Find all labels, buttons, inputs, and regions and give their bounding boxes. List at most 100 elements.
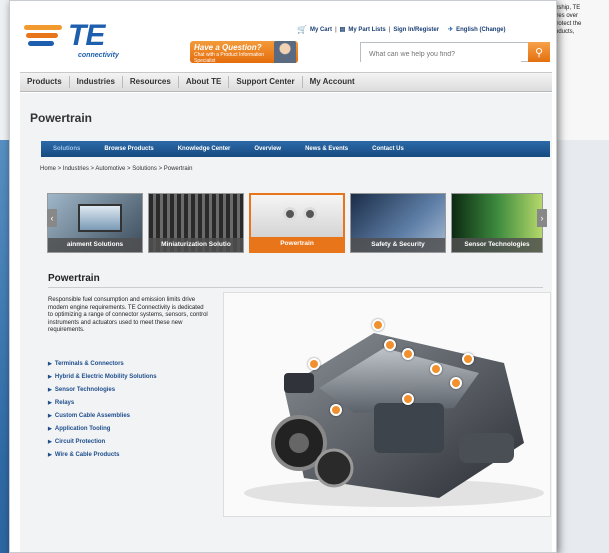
background-panel <box>549 140 609 553</box>
link-label: Hybrid & Electric Mobility Solutions <box>54 374 157 380</box>
link-label: Application Tooling <box>54 426 111 432</box>
nav-support-center[interactable]: Support Center <box>229 76 303 88</box>
breadcrumb[interactable]: Home > Industries > Automotive > Solutio… <box>40 166 192 172</box>
bg-text-line: roducts, <box>553 29 575 35</box>
sign-in-link[interactable]: Sign In/Register <box>393 27 439 33</box>
engine-diagram <box>223 292 551 517</box>
carousel-caption: Powertrain <box>251 237 343 251</box>
sub-navigation: Solutions Browse Products Knowledge Cent… <box>41 141 550 157</box>
hotspot-marker[interactable] <box>308 358 320 370</box>
nav-resources[interactable]: Resources <box>123 76 179 88</box>
arrow-icon: ▶ <box>48 374 52 380</box>
hotspot-marker[interactable] <box>402 393 414 405</box>
nav-industries[interactable]: Industries <box>70 76 123 88</box>
hotspot-marker[interactable] <box>384 339 396 351</box>
exhaust-image <box>303 207 317 221</box>
carousel-item-miniaturization[interactable]: Miniaturization Solutio <box>148 193 244 253</box>
search-icon: ⚲ <box>534 46 544 59</box>
search-input[interactable] <box>361 45 521 64</box>
bg-text-line: s. <box>553 36 606 44</box>
search-button[interactable]: ⚲ <box>528 42 550 62</box>
hotspot-marker[interactable] <box>450 377 462 389</box>
carousel-item-safety-security[interactable]: Safety & Security <box>350 193 446 253</box>
part-lists-link[interactable]: My Part Lists <box>348 27 385 33</box>
carousel-item-sensor-technologies[interactable]: Sensor Technologies <box>451 193 543 253</box>
separator: | <box>388 26 391 33</box>
link-label: Wire & Cable Products <box>54 452 120 458</box>
link-label: Circuit Protection <box>54 439 106 445</box>
link-circuit-protection[interactable]: ▶ Circuit Protection <box>48 438 208 451</box>
link-application-tooling[interactable]: ▶ Application Tooling <box>48 425 208 438</box>
link-label: Relays <box>54 400 75 406</box>
link-terminals-connectors[interactable]: ▶ Terminals & Connectors <box>48 360 208 373</box>
carousel-caption: Miniaturization Solutio <box>149 238 243 252</box>
logo-text: TE <box>68 19 105 52</box>
hotspot-marker[interactable] <box>430 363 442 375</box>
carousel-next-button[interactable]: › <box>537 209 547 227</box>
engine-image <box>244 333 544 507</box>
carousel-caption: Sensor Technologies <box>452 238 542 252</box>
utility-links: 🛒 My Cart | ▤ My Part Lists | Sign In/Re… <box>297 25 555 34</box>
link-custom-cable[interactable]: ▶ Custom Cable Assemblies <box>48 412 208 425</box>
arrow-icon: ▶ <box>48 439 52 445</box>
main-content: Powertrain Solutions Browse Products Kno… <box>20 93 552 552</box>
background-document: ership, TE ures over protect the roducts… <box>549 0 609 140</box>
tab-knowledge-center[interactable]: Knowledge Center <box>166 146 243 152</box>
solutions-carousel: ‹ ainment Solutions Miniaturization Solu… <box>47 193 547 253</box>
search-box: ⚲ <box>360 42 550 64</box>
page-title: Powertrain <box>30 111 93 125</box>
logo-stripes-icon <box>24 25 62 49</box>
carousel-caption: ainment Solutions <box>48 238 142 252</box>
globe-icon: ✈ <box>448 27 454 33</box>
hotspot-marker[interactable] <box>372 319 384 331</box>
solution-links: ▶ Terminals & Connectors ▶ Hybrid & Electr… <box>48 360 208 464</box>
arrow-icon: ▶ <box>48 400 52 406</box>
te-logo[interactable]: TE connectivity <box>24 17 134 63</box>
section-title: Powertrain <box>48 273 100 284</box>
arrow-icon: ▶ <box>48 361 52 367</box>
nav-about-te[interactable]: About TE <box>179 76 230 88</box>
hotspot-marker[interactable] <box>402 348 414 360</box>
arrow-icon: ▶ <box>48 426 52 432</box>
nav-my-account[interactable]: My Account <box>303 76 362 88</box>
list-icon: ▤ <box>339 27 346 33</box>
carousel-item-powertrain[interactable]: Powertrain <box>249 193 345 253</box>
tab-overview[interactable]: Overview <box>242 146 293 152</box>
link-wire-cable[interactable]: ▶ Wire & Cable Products <box>48 451 208 464</box>
screen-image <box>78 204 122 232</box>
tab-solutions[interactable]: Solutions <box>41 146 92 152</box>
cart-link[interactable]: My Cart <box>310 27 332 33</box>
specialist-avatar <box>274 41 296 63</box>
site-header: TE connectivity Have a Question? Chat wi… <box>10 1 556 69</box>
link-label: Sensor Technologies <box>54 387 116 393</box>
logo-subtext: connectivity <box>78 52 119 59</box>
carousel-caption: Safety & Security <box>351 238 445 252</box>
tab-contact-us[interactable]: Contact Us <box>360 146 416 152</box>
bg-text-line: ures over <box>553 13 579 19</box>
carousel-prev-button[interactable]: ‹ <box>47 209 57 227</box>
tab-news-events[interactable]: News & Events <box>293 146 360 152</box>
cart-icon[interactable]: 🛒 <box>297 25 307 34</box>
arrow-icon: ▶ <box>48 387 52 393</box>
nav-products[interactable]: Products <box>20 76 70 88</box>
hotspot-marker[interactable] <box>462 353 474 365</box>
chat-subtitle: Chat with a Product Information Speciali… <box>194 52 265 63</box>
link-label: Custom Cable Assemblies <box>54 413 130 419</box>
bg-text-line: ership, TE <box>553 5 581 11</box>
bg-text-line: protect the <box>553 21 582 27</box>
arrow-icon: ▶ <box>48 413 52 419</box>
main-navigation: Products Industries Resources About TE S… <box>20 72 552 92</box>
language-link[interactable]: English (Change) <box>456 27 505 33</box>
link-sensor-technologies[interactable]: ▶ Sensor Technologies <box>48 386 208 399</box>
carousel-item-infotainment[interactable]: ainment Solutions <box>47 193 143 253</box>
separator: | <box>334 26 337 33</box>
arrow-icon: ▶ <box>48 452 52 458</box>
tab-browse-products[interactable]: Browse Products <box>92 146 165 152</box>
link-hybrid-electric[interactable]: ▶ Hybrid & Electric Mobility Solutions <box>48 373 208 386</box>
browser-page: TE connectivity Have a Question? Chat wi… <box>9 0 557 553</box>
live-chat-banner[interactable]: Have a Question? Chat with a Product Inf… <box>190 41 298 63</box>
hotspot-marker[interactable] <box>330 404 342 416</box>
intro-paragraph: Responsible fuel consumption and emissio… <box>48 297 208 333</box>
link-relays[interactable]: ▶ Relays <box>48 399 208 412</box>
divider <box>48 287 543 288</box>
